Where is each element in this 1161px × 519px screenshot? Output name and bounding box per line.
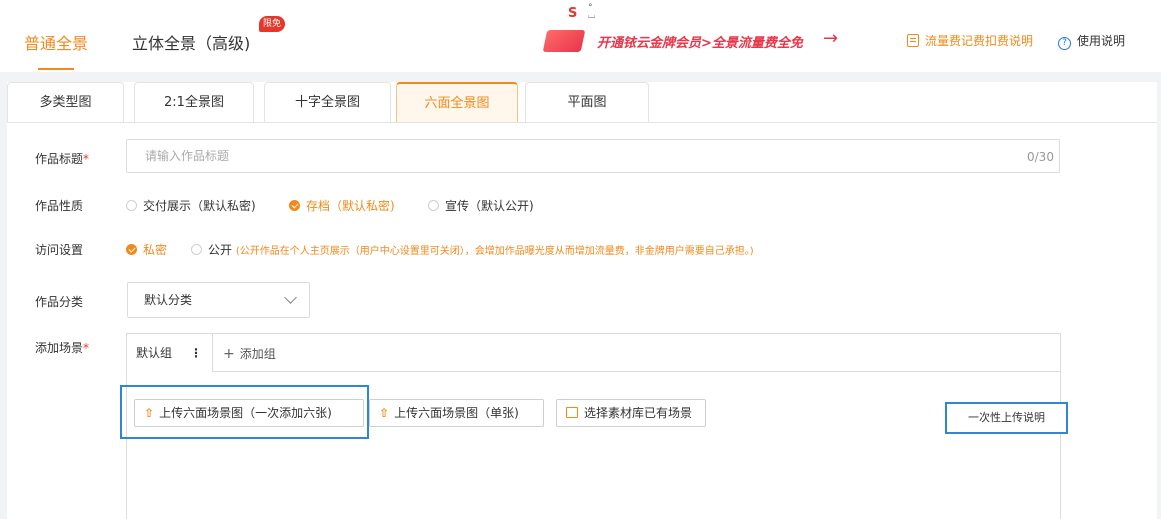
tab-3d-panorama[interactable]: 立体全景（高级) <box>132 30 250 54</box>
group-divider <box>213 371 1061 372</box>
scene-label: 添加场景* <box>35 341 90 355</box>
nature-delivery-radio[interactable]: 交付展示（默认私密) <box>126 197 256 214</box>
chevron-down-icon <box>284 291 297 304</box>
tab-normal-panorama[interactable]: 普通全景 <box>24 30 88 54</box>
promo-banner[interactable]: 开通铱云金牌会员>全景流量费全免 → <box>542 26 880 56</box>
upload-single-button[interactable]: ⇧ 上传六面场景图（单张) <box>369 399 544 427</box>
tab-multi-type[interactable]: 多类型图 <box>7 82 124 122</box>
title-input[interactable] <box>126 139 1060 173</box>
receipt-icon <box>907 34 919 47</box>
arrow-right-icon: → <box>823 28 839 49</box>
help-label: 使用说明 <box>1077 34 1126 48</box>
group-tab-default[interactable]: 默认组 ⋮ <box>127 334 213 372</box>
logo-dots-icon: ° ⌴ <box>588 3 596 21</box>
plus-icon: + <box>223 346 235 362</box>
access-public-radio[interactable]: 公开 (公开作品在个人主页展示（用户中心设置里可关闭），会增加作品曝光度从而增加… <box>191 241 754 258</box>
add-group-button[interactable]: + 添加组 <box>223 345 276 362</box>
top-bar: 普通全景 立体全景（高级) 限免 S ° ⌴ 开通铱云金牌会员>全景流量费全免 →… <box>0 0 1161 72</box>
category-select[interactable]: 默认分类 <box>127 282 310 318</box>
tab-2-1-panorama[interactable]: 2:1全景图 <box>134 82 254 122</box>
batch-upload-explain-button[interactable]: 一次性上传说明 <box>945 402 1068 434</box>
tab-six-face-panorama[interactable]: 六面全景图 <box>396 82 518 122</box>
upload-panel: 多类型图 2:1全景图 十字全景图 六面全景图 平面图 作品标题* 0/30 作… <box>7 82 1157 519</box>
upload-six-button[interactable]: ⇧ 上传六面场景图（一次添加六张) <box>134 399 364 427</box>
free-badge: 限免 <box>259 16 285 32</box>
access-private-radio[interactable]: 私密 <box>126 241 167 258</box>
tab-floor-plan[interactable]: 平面图 <box>525 82 649 122</box>
public-note: (公开作品在个人主页展示（用户中心设置里可关闭），会增加作品曝光度从而增加流量费… <box>235 246 754 257</box>
access-label: 访问设置 <box>35 243 84 257</box>
image-icon <box>566 407 578 418</box>
active-tab-underline <box>38 68 74 70</box>
logo-icon: S <box>568 6 578 21</box>
tab-cross-panorama[interactable]: 十字全景图 <box>264 82 391 122</box>
title-label: 作品标题* <box>35 152 90 166</box>
category-label: 作品分类 <box>35 295 84 309</box>
question-icon: ? <box>1058 37 1071 50</box>
select-library-button[interactable]: 选择素材库已有场景 <box>556 399 706 427</box>
help-link[interactable]: ? 使用说明 <box>1058 32 1125 50</box>
category-value: 默认分类 <box>144 293 193 307</box>
fee-explain-link[interactable]: 流量费记费扣费说明 <box>907 32 1033 49</box>
upload-icon: ⇧ <box>379 406 390 420</box>
fee-explain-label: 流量费记费扣费说明 <box>925 34 1034 48</box>
gift-ribbon-icon <box>542 30 586 52</box>
nature-archive-radio[interactable]: 存档（默认私密) <box>289 197 395 214</box>
tabs-divider <box>7 122 1157 123</box>
promo-text: 开通铱云金牌会员>全景流量费全免 <box>597 36 803 51</box>
more-vertical-icon[interactable]: ⋮ <box>190 334 202 372</box>
nature-promo-radio[interactable]: 宣传（默认公开) <box>428 197 534 214</box>
upload-icon: ⇧ <box>144 406 155 420</box>
title-char-count: 0/30 <box>1027 150 1054 164</box>
nature-label: 作品性质 <box>35 199 84 213</box>
